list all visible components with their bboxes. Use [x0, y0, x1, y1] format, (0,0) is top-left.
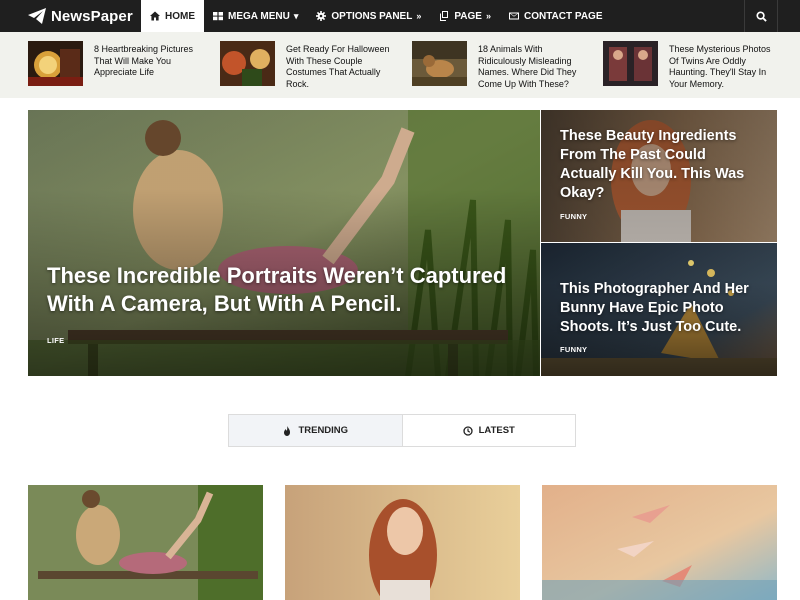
post-tabs: TRENDING LATEST: [228, 414, 576, 447]
ticker-thumbnail[interactable]: [28, 41, 83, 86]
menu-item-contact-page[interactable]: CONTACT PAGE: [500, 0, 612, 32]
paper-plane-icon: [28, 8, 46, 24]
category-label[interactable]: LIFE: [47, 336, 64, 345]
hero-side-title[interactable]: This Photographer And Her Bunny Have Epi…: [560, 280, 760, 337]
hero-side-title[interactable]: These Beauty Ingredients From The Past C…: [560, 127, 760, 203]
flame-icon: [284, 425, 291, 436]
ticker-title[interactable]: Get Ready For Halloween With These Coupl…: [286, 41, 396, 90]
home-icon: [150, 11, 160, 21]
ticker-item[interactable]: These Mysterious Photos Of Twins Are Odd…: [603, 41, 779, 90]
ticker-thumbnail[interactable]: [220, 41, 275, 86]
tab-label: TRENDING: [298, 425, 349, 436]
category-label[interactable]: FUNNY: [560, 345, 587, 354]
hero-main-title[interactable]: These Incredible Portraits Weren’t Captu…: [47, 262, 517, 318]
post-card-image[interactable]: [542, 485, 777, 600]
tab-latest[interactable]: LATEST: [403, 415, 576, 446]
hero-main-article[interactable]: These Incredible Portraits Weren’t Captu…: [28, 110, 540, 376]
double-chevron-right-icon: »: [416, 11, 422, 21]
main-menu: HOME MEGA MENU ▾ OPTIONS PANEL » PAGE » …: [141, 0, 611, 32]
chevron-down-icon: ▾: [293, 10, 299, 21]
hero-side-article[interactable]: These Beauty Ingredients From The Past C…: [541, 110, 777, 242]
menu-item-label: MEGA MENU: [228, 10, 290, 22]
menu-item-label: PAGE: [454, 10, 482, 22]
ticker-thumbnail[interactable]: [412, 41, 467, 86]
search-button[interactable]: [744, 0, 778, 32]
menu-item-label: HOME: [165, 10, 195, 22]
ticker-item[interactable]: 18 Animals With Ridiculously Misleading …: [412, 41, 588, 90]
menu-item-options-panel[interactable]: OPTIONS PANEL »: [307, 0, 430, 32]
menu-item-label: CONTACT PAGE: [523, 10, 603, 22]
ticker-title[interactable]: 18 Animals With Ridiculously Misleading …: [478, 41, 588, 90]
envelope-icon: [508, 12, 519, 20]
post-card-image[interactable]: [285, 485, 520, 600]
gear-icon: [316, 11, 327, 21]
top-navbar: NewsPaper HOME MEGA MENU ▾ OPTIONS PANEL…: [0, 0, 800, 32]
copy-icon: [440, 11, 449, 21]
search-icon: [755, 10, 767, 22]
image-overlay: [28, 110, 540, 376]
ticker-item[interactable]: 8 Heartbreaking Pictures That Will Make …: [28, 41, 204, 86]
site-logo[interactable]: NewsPaper: [28, 0, 133, 32]
tab-label: LATEST: [478, 425, 515, 436]
site-name: NewsPaper: [51, 7, 133, 25]
ticker-title[interactable]: These Mysterious Photos Of Twins Are Odd…: [669, 41, 779, 90]
ticker-title[interactable]: 8 Heartbreaking Pictures That Will Make …: [94, 41, 204, 86]
featured-ticker: 8 Heartbreaking Pictures That Will Make …: [0, 32, 800, 98]
clock-icon: [462, 425, 473, 436]
post-card-image[interactable]: [28, 485, 263, 600]
ticker-thumbnail[interactable]: [603, 41, 658, 86]
ticker-item[interactable]: Get Ready For Halloween With These Coupl…: [220, 41, 396, 90]
menu-item-label: OPTIONS PANEL: [331, 10, 413, 22]
menu-item-mega-menu[interactable]: MEGA MENU ▾: [204, 0, 307, 32]
double-chevron-right-icon: »: [485, 11, 491, 21]
menu-item-home[interactable]: HOME: [141, 0, 204, 32]
hero-side-article[interactable]: This Photographer And Her Bunny Have Epi…: [541, 243, 777, 376]
category-label[interactable]: FUNNY: [560, 212, 587, 221]
menu-item-page[interactable]: PAGE »: [430, 0, 500, 32]
grid-icon: [213, 12, 223, 21]
tab-trending[interactable]: TRENDING: [229, 415, 403, 446]
